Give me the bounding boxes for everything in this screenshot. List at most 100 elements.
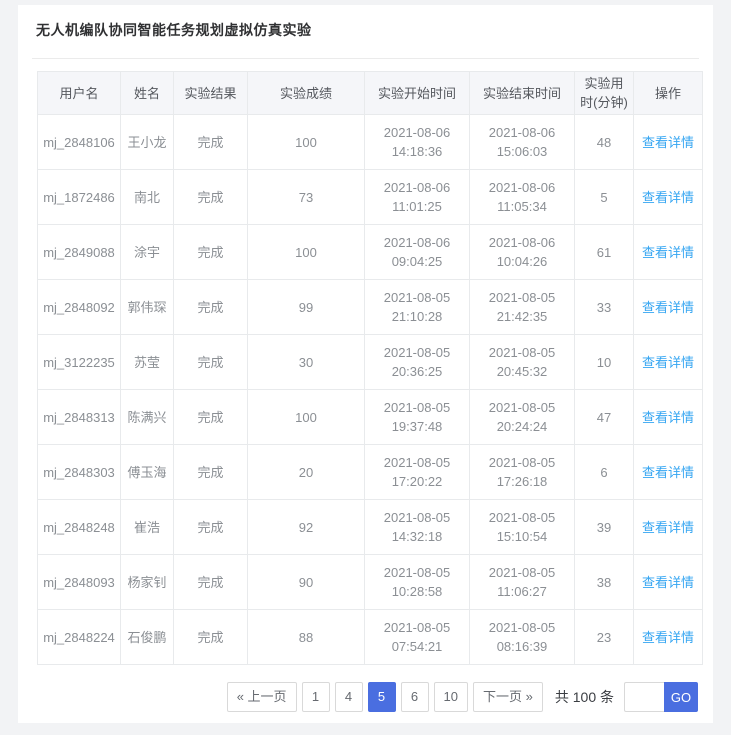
cell-end-time: 2021-08-06 15:06:03 <box>470 115 575 170</box>
cell-end-time: 2021-08-05 20:45:32 <box>470 335 575 390</box>
table-row: mj_2848092 郭伟琛 完成 99 2021-08-05 21:10:28… <box>38 280 703 335</box>
cell-minutes: 6 <box>575 445 634 500</box>
cell-minutes: 47 <box>575 390 634 445</box>
header-result: 实验结果 <box>174 72 248 115</box>
table-row: mj_2848224 石俊鹏 完成 88 2021-08-05 07:54:21… <box>38 610 703 665</box>
page-button[interactable]: 6 <box>401 682 429 712</box>
cell-name: 南北 <box>121 170 174 225</box>
cell-score: 100 <box>248 390 365 445</box>
table-row: mj_2848303 傅玉海 完成 20 2021-08-05 17:20:22… <box>38 445 703 500</box>
cell-username: mj_2848303 <box>38 445 121 500</box>
view-detail-link[interactable]: 查看详情 <box>642 630 694 645</box>
view-detail-link[interactable]: 查看详情 <box>642 520 694 535</box>
cell-score: 73 <box>248 170 365 225</box>
cell-username: mj_3122235 <box>38 335 121 390</box>
content-card: 无人机编队协同智能任务规划虚拟仿真实验 用户名 姓名 实验结果 实验成绩 实验开… <box>18 5 713 723</box>
cell-end-time: 2021-08-06 10:04:26 <box>470 225 575 280</box>
cell-result: 完成 <box>174 170 248 225</box>
cell-name: 郭伟琛 <box>121 280 174 335</box>
table-row: mj_3122235 苏莹 完成 30 2021-08-05 20:36:25 … <box>38 335 703 390</box>
page-button[interactable]: « 上一页 <box>227 682 297 712</box>
cell-minutes: 48 <box>575 115 634 170</box>
cell-result: 完成 <box>174 555 248 610</box>
cell-start-time: 2021-08-05 17:20:22 <box>365 445 470 500</box>
view-detail-link[interactable]: 查看详情 <box>642 135 694 150</box>
table-row: mj_2848313 陈满兴 完成 100 2021-08-05 19:37:4… <box>38 390 703 445</box>
cell-action: 查看详情 <box>634 280 703 335</box>
cell-start-time: 2021-08-05 20:36:25 <box>365 335 470 390</box>
cell-username: mj_1872486 <box>38 170 121 225</box>
table-row: mj_2848093 杨家钊 完成 90 2021-08-05 10:28:58… <box>38 555 703 610</box>
cell-result: 完成 <box>174 335 248 390</box>
header-end-time: 实验结束时间 <box>470 72 575 115</box>
cell-score: 100 <box>248 115 365 170</box>
header-score: 实验成绩 <box>248 72 365 115</box>
page-number-input[interactable] <box>624 682 664 712</box>
page-button[interactable]: 4 <box>335 682 363 712</box>
table-row: mj_2848248 崔浩 完成 92 2021-08-05 14:32:18 … <box>38 500 703 555</box>
cell-minutes: 33 <box>575 280 634 335</box>
cell-name: 王小龙 <box>121 115 174 170</box>
view-detail-link[interactable]: 查看详情 <box>642 190 694 205</box>
cell-start-time: 2021-08-05 19:37:48 <box>365 390 470 445</box>
view-detail-link[interactable]: 查看详情 <box>642 410 694 425</box>
page-button[interactable]: 1 <box>302 682 330 712</box>
cell-end-time: 2021-08-06 11:05:34 <box>470 170 575 225</box>
view-detail-link[interactable]: 查看详情 <box>642 575 694 590</box>
table-body: mj_2848106 王小龙 完成 100 2021-08-06 14:18:3… <box>38 115 703 665</box>
cell-minutes: 38 <box>575 555 634 610</box>
cell-score: 20 <box>248 445 365 500</box>
view-detail-link[interactable]: 查看详情 <box>642 300 694 315</box>
cell-minutes: 5 <box>575 170 634 225</box>
goto-page-group: GO <box>624 682 698 712</box>
page-title: 无人机编队协同智能任务规划虚拟仿真实验 <box>32 15 699 40</box>
table-header: 用户名 姓名 实验结果 实验成绩 实验开始时间 实验结束时间 实验用时(分钟) … <box>38 72 703 115</box>
view-detail-link[interactable]: 查看详情 <box>642 465 694 480</box>
view-detail-link[interactable]: 查看详情 <box>642 245 694 260</box>
cell-start-time: 2021-08-06 09:04:25 <box>365 225 470 280</box>
cell-minutes: 61 <box>575 225 634 280</box>
cell-name: 杨家钊 <box>121 555 174 610</box>
cell-action: 查看详情 <box>634 335 703 390</box>
cell-score: 99 <box>248 280 365 335</box>
cell-start-time: 2021-08-06 11:01:25 <box>365 170 470 225</box>
cell-name: 傅玉海 <box>121 445 174 500</box>
cell-end-time: 2021-08-05 08:16:39 <box>470 610 575 665</box>
cell-score: 90 <box>248 555 365 610</box>
cell-name: 涂宇 <box>121 225 174 280</box>
cell-name: 陈满兴 <box>121 390 174 445</box>
cell-result: 完成 <box>174 500 248 555</box>
pagination-bar: « 上一页 1 4 5 6 10 下一页 » 共 100 条 GO <box>32 682 698 712</box>
go-button[interactable]: GO <box>664 682 698 712</box>
header-minutes: 实验用时(分钟) <box>575 72 634 115</box>
cell-username: mj_2848224 <box>38 610 121 665</box>
cell-score: 30 <box>248 335 365 390</box>
cell-action: 查看详情 <box>634 225 703 280</box>
cell-end-time: 2021-08-05 20:24:24 <box>470 390 575 445</box>
cell-result: 完成 <box>174 610 248 665</box>
cell-username: mj_2848248 <box>38 500 121 555</box>
total-count-label: 共 100 条 <box>555 687 614 707</box>
cell-end-time: 2021-08-05 21:42:35 <box>470 280 575 335</box>
header-start-time: 实验开始时间 <box>365 72 470 115</box>
page-button[interactable]: 10 <box>434 682 468 712</box>
cell-action: 查看详情 <box>634 555 703 610</box>
cell-minutes: 10 <box>575 335 634 390</box>
cell-username: mj_2848093 <box>38 555 121 610</box>
page-button[interactable]: 5 <box>368 682 396 712</box>
cell-result: 完成 <box>174 445 248 500</box>
cell-start-time: 2021-08-05 07:54:21 <box>365 610 470 665</box>
cell-minutes: 39 <box>575 500 634 555</box>
header-username: 用户名 <box>38 72 121 115</box>
cell-username: mj_2849088 <box>38 225 121 280</box>
view-detail-link[interactable]: 查看详情 <box>642 355 694 370</box>
table-row: mj_1872486 南北 完成 73 2021-08-06 11:01:25 … <box>38 170 703 225</box>
cell-name: 石俊鹏 <box>121 610 174 665</box>
page-button[interactable]: 下一页 » <box>473 682 543 712</box>
cell-result: 完成 <box>174 280 248 335</box>
cell-action: 查看详情 <box>634 115 703 170</box>
table-row: mj_2849088 涂宇 完成 100 2021-08-06 09:04:25… <box>38 225 703 280</box>
cell-action: 查看详情 <box>634 390 703 445</box>
header-row: 用户名 姓名 实验结果 实验成绩 实验开始时间 实验结束时间 实验用时(分钟) … <box>38 72 703 115</box>
results-table: 用户名 姓名 实验结果 实验成绩 实验开始时间 实验结束时间 实验用时(分钟) … <box>37 71 703 665</box>
